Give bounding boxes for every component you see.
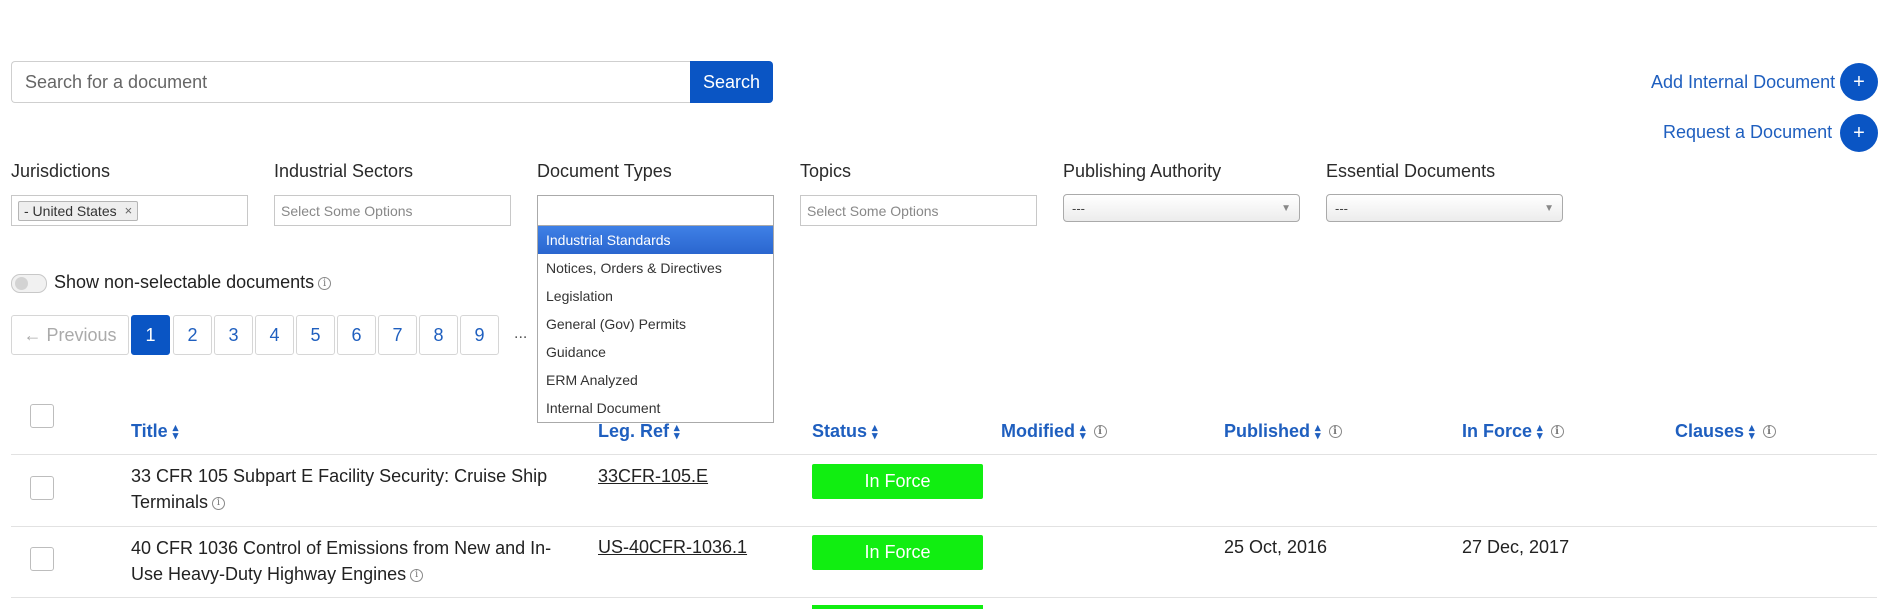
chevron-down-icon: ▼ xyxy=(1544,202,1554,214)
column-header-title[interactable]: Title ▴ ▾ xyxy=(131,421,178,442)
info-icon[interactable]: i xyxy=(1328,425,1342,438)
page-3-button[interactable]: 3 xyxy=(214,315,253,355)
essential-documents-label: Essential Documents xyxy=(1326,161,1496,181)
column-header-published[interactable]: Published ▴ ▾ i xyxy=(1224,421,1342,442)
sort-icon: ▴ ▾ xyxy=(872,421,878,442)
document-type-option[interactable]: Guidance xyxy=(538,338,773,366)
remove-chip-icon[interactable]: × xyxy=(125,203,133,218)
row-title-text: 33 CFR 105 Subpart E Facility Security: … xyxy=(131,466,548,512)
column-clauses-label: Clauses xyxy=(1675,421,1745,441)
pagination-ellipsis: ... xyxy=(514,325,528,342)
topics-label: Topics xyxy=(800,161,852,181)
document-type-option[interactable]: Internal Document xyxy=(538,394,773,422)
essential-documents-value: --- xyxy=(1335,200,1348,216)
document-type-option[interactable]: Legislation xyxy=(538,282,773,310)
previous-page-button[interactable]: ← Previous xyxy=(11,315,129,355)
column-header-in-force[interactable]: In Force ▴ ▾ i xyxy=(1462,421,1564,442)
publishing-authority-value: --- xyxy=(1072,200,1085,216)
sort-icon: ▴ ▾ xyxy=(1315,421,1321,442)
page-4-button[interactable]: 4 xyxy=(255,315,294,355)
document-type-option[interactable]: ERM Analyzed xyxy=(538,366,773,394)
search-input[interactable] xyxy=(11,61,690,103)
row-in-force: 27 Dec, 2017 xyxy=(1462,537,1570,557)
column-header-status[interactable]: Status ▴ ▾ xyxy=(812,421,878,442)
page-5-button[interactable]: 5 xyxy=(296,315,335,355)
info-icon[interactable]: i xyxy=(1093,425,1107,438)
leg-ref-link[interactable]: US-40CFR-1036.1 xyxy=(598,537,747,558)
sort-icon: ▴ ▾ xyxy=(1749,421,1755,442)
toggle-label: Show non-selectable documents i xyxy=(54,272,332,293)
sort-icon: ▴ ▾ xyxy=(1080,421,1086,442)
row-published: 25 Oct, 2016 xyxy=(1224,537,1328,557)
page-6-button[interactable]: 6 xyxy=(337,315,376,355)
table-divider xyxy=(11,597,1877,598)
leg-ref-link[interactable]: 33CFR-105.E xyxy=(598,466,708,487)
page-8-button[interactable]: 8 xyxy=(419,315,458,355)
info-icon[interactable]: i xyxy=(212,496,226,510)
info-icon[interactable]: i xyxy=(1762,425,1776,438)
table-row-title[interactable]: 33 CFR 105 Subpart E Facility Security: … xyxy=(131,463,571,515)
page-2-button[interactable]: 2 xyxy=(173,315,212,355)
row-checkbox[interactable] xyxy=(30,476,54,500)
jurisdictions-select[interactable]: - United States × xyxy=(11,195,248,226)
search-button[interactable]: Search xyxy=(690,61,773,103)
status-badge: In Force xyxy=(812,464,983,499)
jurisdictions-label: Jurisdictions xyxy=(11,161,111,181)
info-icon[interactable]: i xyxy=(318,276,332,290)
document-type-option[interactable]: Industrial Standards xyxy=(538,226,773,254)
column-header-leg-ref[interactable]: Leg. Ref ▴ ▾ xyxy=(598,421,680,442)
table-divider xyxy=(11,454,1877,455)
column-header-clauses[interactable]: Clauses ▴ ▾ i xyxy=(1675,421,1776,442)
publishing-authority-label: Publishing Authority xyxy=(1063,161,1222,181)
add-internal-document-link[interactable]: Add Internal Document xyxy=(1651,72,1835,93)
jurisdiction-chip: - United States × xyxy=(18,200,139,221)
toggle-label-text: Show non-selectable documents xyxy=(54,272,315,292)
status-badge: In Force xyxy=(812,535,983,570)
request-document-plus-icon[interactable]: + xyxy=(1840,114,1878,152)
toggle-knob xyxy=(15,277,28,290)
column-in-force-label: In Force xyxy=(1462,421,1533,441)
topics-placeholder: Select Some Options xyxy=(807,202,939,219)
select-all-checkbox[interactable] xyxy=(30,404,54,428)
row-title-text: 40 CFR 1036 Control of Emissions from Ne… xyxy=(131,538,552,584)
page-9-button[interactable]: 9 xyxy=(460,315,499,355)
column-status-label: Status xyxy=(812,421,868,441)
add-internal-document-plus-icon[interactable]: + xyxy=(1840,63,1878,101)
page-7-button[interactable]: 7 xyxy=(378,315,417,355)
row-checkbox[interactable] xyxy=(30,547,54,571)
page-1-button[interactable]: 1 xyxy=(131,315,170,355)
info-icon[interactable]: i xyxy=(1550,425,1564,438)
column-leg-ref-label: Leg. Ref xyxy=(598,421,670,441)
sort-icon: ▴ ▾ xyxy=(172,421,179,442)
document-type-option[interactable]: Notices, Orders & Directives xyxy=(538,254,773,282)
topics-select[interactable]: Select Some Options xyxy=(800,195,1037,226)
column-modified-label: Modified xyxy=(1001,421,1075,441)
column-title-label: Title xyxy=(131,421,168,441)
non-selectable-toggle[interactable] xyxy=(11,274,47,293)
chevron-down-icon: ▼ xyxy=(1281,202,1291,214)
column-published-label: Published xyxy=(1224,421,1311,441)
document-types-label: Document Types xyxy=(537,161,672,181)
column-header-modified[interactable]: Modified ▴ ▾ i xyxy=(1001,421,1107,442)
industrial-sectors-label: Industrial Sectors xyxy=(274,161,414,181)
request-document-link[interactable]: Request a Document xyxy=(1663,122,1832,143)
table-divider xyxy=(11,526,1877,527)
publishing-authority-select[interactable]: --- ▼ xyxy=(1063,194,1300,222)
document-types-dropdown: Industrial Standards Notices, Orders & D… xyxy=(537,226,774,423)
table-row-title[interactable]: 40 CFR 1036 Control of Emissions from Ne… xyxy=(131,535,571,587)
status-badge xyxy=(812,605,983,609)
jurisdiction-chip-label: - United States xyxy=(24,202,117,219)
sort-icon: ▴ ▾ xyxy=(1537,421,1543,442)
industrial-sectors-placeholder: Select Some Options xyxy=(281,202,413,219)
document-type-option[interactable]: General (Gov) Permits xyxy=(538,310,773,338)
essential-documents-select[interactable]: --- ▼ xyxy=(1326,194,1563,222)
document-types-input[interactable] xyxy=(537,195,774,226)
info-icon[interactable]: i xyxy=(410,568,424,582)
industrial-sectors-select[interactable]: Select Some Options xyxy=(274,195,511,226)
sort-icon: ▴ ▾ xyxy=(674,421,680,442)
